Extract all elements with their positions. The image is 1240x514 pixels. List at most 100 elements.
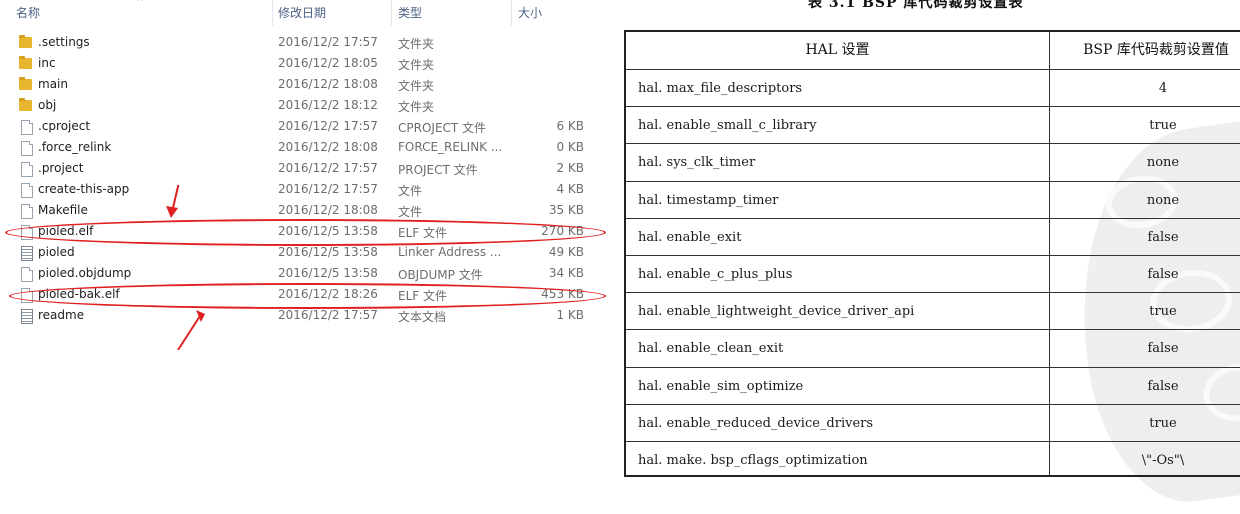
file-row[interactable]: create-this-app 2016/12/2 17:57 文件 4 KB (0, 180, 612, 201)
file-name: pioled.objdump (38, 266, 132, 280)
folder-icon (19, 98, 32, 111)
hal-setting-value: true (1149, 304, 1177, 320)
file-name: pioled (38, 245, 75, 259)
hal-setting-value: true (1149, 415, 1177, 431)
file-size: 4 KB (556, 182, 584, 196)
file-date: 2016/12/5 13:58 (278, 266, 378, 280)
file-type: FORCE_RELINK ... (398, 140, 503, 154)
table-row: hal. sys_clk_timer none (626, 143, 1240, 181)
file-row[interactable]: .cproject 2016/12/2 17:57 CPROJECT 文件 6 KB (0, 117, 612, 138)
column-header-date[interactable]: 修改日期 (278, 0, 326, 26)
file-row[interactable]: pioled.objdump 2016/12/5 13:58 OBJDUMP 文件 3… (0, 264, 612, 285)
hal-setting-value: true (1149, 118, 1177, 134)
file-date: 2016/12/2 17:57 (278, 182, 378, 196)
hal-setting-name: hal. enable_c_plus_plus (638, 267, 793, 282)
table-row: hal. max_file_descriptors 4 (626, 69, 1240, 107)
table-row: hal. enable_clean_exit false (626, 329, 1240, 367)
arrow-up-icon (177, 310, 205, 351)
file-date: 2016/12/2 17:57 (278, 35, 378, 49)
table-header-value: BSP 库代码裁剪设置值 (1083, 42, 1229, 58)
column-header-size[interactable]: 大小 (518, 0, 542, 26)
file-size: 1 KB (556, 308, 584, 322)
file-icon (21, 267, 33, 282)
file-date: 2016/12/2 18:08 (278, 77, 378, 91)
file-size: 2 KB (556, 161, 584, 175)
file-date: 2016/12/2 18:08 (278, 140, 378, 154)
file-date: 2016/12/2 18:05 (278, 56, 378, 70)
highlight-ellipse-pioled-elf (5, 219, 606, 246)
table-caption: 表 3.1 BSP 库代码裁剪设置表 (808, 0, 1024, 11)
column-header-name[interactable]: 名称 (16, 0, 40, 26)
table-row: hal. enable_c_plus_plus false (626, 255, 1240, 293)
column-divider[interactable] (511, 0, 512, 26)
file-row[interactable]: .force_relink 2016/12/2 18:08 FORCE_RELINK… (0, 138, 612, 159)
hal-setting-value: false (1147, 229, 1179, 245)
hal-setting-name: hal. enable_small_c_library (638, 118, 817, 134)
file-icon (21, 141, 33, 156)
file-icon (21, 120, 33, 135)
file-size: 35 KB (548, 203, 584, 217)
file-date: 2016/12/2 17:57 (278, 161, 378, 175)
file-icon (21, 183, 33, 198)
hal-setting-name: hal. timestamp_timer (638, 192, 779, 208)
file-type: PROJECT 文件 (398, 163, 478, 177)
table-row: hal. enable_exit false (626, 217, 1240, 256)
file-name: inc (38, 56, 56, 70)
file-row[interactable]: main 2016/12/2 18:08 文件夹 (0, 75, 612, 96)
file-date: 2016/12/2 17:57 (278, 119, 378, 133)
file-row[interactable]: obj 2016/12/2 18:12 文件夹 (0, 96, 612, 117)
file-type: OBJDUMP 文件 (398, 268, 483, 282)
table-row: hal. enable_lightweight_device_driver_ap… (626, 292, 1240, 330)
hal-setting-value: false (1147, 341, 1179, 357)
file-size: 0 KB (556, 140, 584, 154)
file-explorer: 名称 ^ 修改日期 类型 大小 .settings 2016/12/2 17:57… (0, 0, 612, 487)
file-date: 2016/12/2 18:12 (278, 98, 378, 112)
file-date: 2016/12/5 13:58 (278, 245, 378, 259)
file-icon (21, 162, 33, 177)
hal-setting-name: hal. enable_reduced_device_drivers (638, 415, 874, 431)
table-header-setting: HAL 设置 (805, 42, 870, 58)
file-name: main (38, 77, 68, 91)
file-name: .settings (38, 35, 90, 49)
file-icon (21, 204, 33, 219)
table-row: hal. enable_small_c_library true (626, 106, 1240, 144)
hal-setting-value: 4 (1158, 81, 1168, 96)
file-row[interactable]: readme 2016/12/2 17:57 文本文档 1 KB (0, 306, 612, 327)
file-row[interactable]: .settings 2016/12/2 17:57 文件夹 (0, 33, 612, 54)
file-type: 文件夹 (398, 100, 435, 114)
file-type: 文件夹 (398, 58, 435, 72)
file-type: 文本文档 (398, 310, 447, 324)
sort-ascending-icon: ^ (136, 0, 145, 8)
column-divider[interactable] (272, 0, 273, 26)
table-row: hal. make. bsp_cflags_optimization \"-Os"… (626, 441, 1240, 479)
hal-setting-name: hal. enable_exit (638, 229, 742, 245)
hal-setting-value: \"-Os"\ (1141, 453, 1185, 468)
file-date: 2016/12/2 17:57 (278, 308, 378, 322)
file-row[interactable]: pioled 2016/12/5 13:58 Linker Address ... 4… (0, 243, 612, 264)
highlight-ellipse-pioled-bak-elf (9, 283, 606, 309)
redaction-patch (127, 150, 255, 185)
file-name: readme (38, 308, 85, 322)
text-icon (21, 309, 33, 324)
text-icon (21, 246, 33, 261)
hal-setting-name: hal. enable_clean_exit (638, 341, 784, 357)
column-divider[interactable] (391, 0, 392, 26)
file-row[interactable]: .project 2016/12/2 17:57 PROJECT 文件 2 KB (0, 159, 612, 180)
file-size: 6 KB (556, 119, 584, 133)
file-type: CPROJECT 文件 (398, 121, 487, 135)
file-type: 文件夹 (398, 37, 435, 51)
redaction-patch (98, 350, 222, 378)
file-name: obj (38, 98, 57, 112)
file-date: 2016/12/2 18:08 (278, 203, 378, 217)
hal-setting-name: hal. max_file_descriptors (638, 81, 803, 96)
hal-setting-name: hal. enable_lightweight_device_driver_ap… (638, 304, 915, 320)
file-name: create-this-app (38, 182, 130, 196)
file-type: 文件夹 (398, 79, 435, 93)
column-header-type[interactable]: 类型 (398, 0, 422, 26)
file-size: 49 KB (548, 245, 584, 259)
file-row[interactable]: inc 2016/12/2 18:05 文件夹 (0, 54, 612, 75)
file-name: Makefile (38, 203, 88, 217)
hal-setting-value: false (1147, 267, 1179, 282)
file-name: .cproject (38, 119, 91, 133)
table-row: hal. enable_sim_optimize false (626, 366, 1240, 405)
